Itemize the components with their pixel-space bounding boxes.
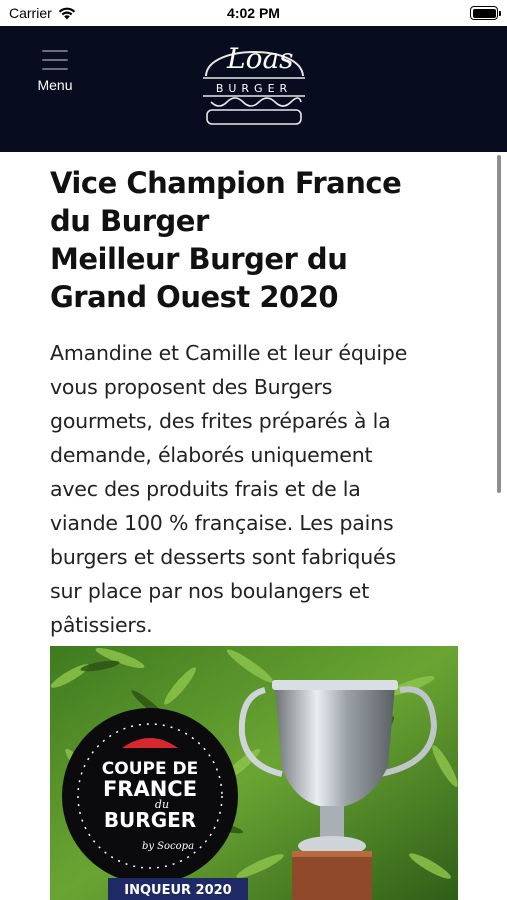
battery-icon	[470, 6, 501, 20]
vertical-scrollbar[interactable]	[497, 155, 501, 493]
intro-line: gourmets, des frites préparés à la	[50, 409, 391, 433]
intro-paragraph: Amandine et Camille et leur équipe vous …	[50, 336, 460, 642]
site-header: Menu Loas BURGER	[0, 26, 507, 152]
svg-text:by Socopa: by Socopa	[142, 841, 194, 852]
page-title: Vice Champion France du Burger Meilleur …	[50, 164, 460, 316]
trophy-photo-image: COUPE DE FRANCE du BURGER by Socopa INQU…	[50, 646, 458, 900]
hamburger-icon	[42, 50, 68, 70]
logo[interactable]: Loas BURGER	[197, 30, 311, 128]
intro-line: demande, élaborés uniquement	[50, 443, 373, 467]
intro-line: sur place par nos boulangers et	[50, 579, 370, 603]
intro-line: vous proposent des Burgers	[50, 375, 333, 399]
trophy-photo: COUPE DE FRANCE du BURGER by Socopa INQU…	[50, 646, 458, 900]
status-time: 4:02 PM	[227, 5, 280, 21]
intro-line: avec des produits frais et de la	[50, 477, 361, 501]
headline-line: Grand Ouest 2020	[50, 280, 339, 314]
headline-line: du Burger	[50, 204, 209, 238]
intro-line: viande 100 % française. Les pains	[50, 511, 394, 535]
intro-line: pâtissiers.	[50, 613, 153, 637]
headline-line: Vice Champion France	[50, 166, 402, 200]
intro-line: burgers et desserts sont fabriqués	[50, 545, 396, 569]
menu-label: Menu	[37, 77, 73, 93]
svg-text:BURGER: BURGER	[216, 82, 292, 95]
svg-text:FRANCE: FRANCE	[103, 777, 197, 801]
svg-text:Loas: Loas	[226, 42, 294, 75]
main-content: Vice Champion France du Burger Meilleur …	[50, 152, 460, 642]
svg-text:INQUEUR 2020: INQUEUR 2020	[124, 883, 231, 898]
menu-button[interactable]: Menu	[30, 50, 80, 93]
svg-text:BURGER: BURGER	[104, 808, 196, 832]
intro-line: Amandine et Camille et leur équipe	[50, 341, 408, 365]
status-bar: Carrier 4:02 PM	[0, 0, 507, 26]
svg-text:COUPE DE: COUPE DE	[102, 759, 198, 779]
headline-line: Meilleur Burger du	[50, 242, 348, 276]
